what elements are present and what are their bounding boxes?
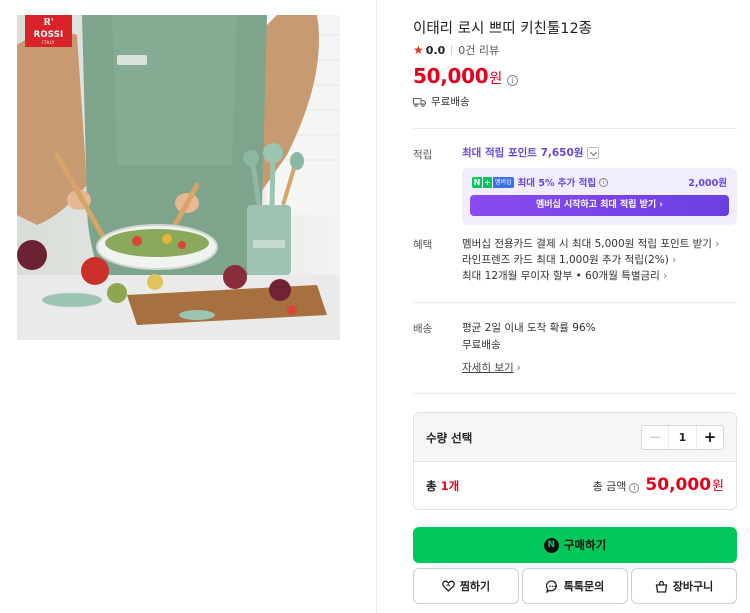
quantity-value[interactable]: 1	[669, 426, 696, 449]
total-count-value: 1개	[440, 479, 460, 493]
benefit-item[interactable]: 멤버십 전용카드 결제 시 최대 5,000원 적립 포인트 받기	[462, 236, 720, 252]
review-count[interactable]: 0건 리뷰	[458, 42, 499, 58]
buy-button-label: 구매하기	[563, 538, 607, 552]
total-amount-label: 총 금액	[592, 480, 627, 493]
price-unit: 원	[489, 71, 503, 87]
benefit-item[interactable]: 라인프렌즈 카드 최대 1,000원 추가 적립(2%)	[462, 252, 720, 268]
heart-icon	[441, 580, 455, 592]
max-points[interactable]: 최대 적립 포인트 7,650원	[462, 145, 600, 160]
brand-logo: R' ROSSI ITALY	[25, 15, 72, 47]
wish-button-label: 찜하기	[459, 580, 491, 593]
rating-score: 0.0	[425, 43, 446, 57]
benefits-label: 혜택	[413, 239, 433, 251]
delivery-label: 배송	[413, 323, 433, 335]
delivery-line: 평균 2일 이내 도착 확률 96%	[462, 322, 596, 334]
membership-box: N + 멤버십 최대 5% 추가 적립 i 2,000원 멤버십 시작하고 최대…	[462, 168, 737, 225]
chevron-down-icon[interactable]	[587, 146, 600, 159]
product-title: 이태리 로시 쁘띠 키친툴12종	[413, 21, 593, 37]
membership-points: 2,000원	[688, 178, 727, 189]
total-amount-unit: 원	[712, 479, 724, 494]
wish-button[interactable]: 찜하기	[413, 568, 519, 604]
max-points-text: 최대 적립 포인트 7,650원	[462, 147, 584, 159]
talk-inquiry-label: 톡톡문의	[563, 580, 605, 593]
product-photo	[17, 15, 340, 340]
rating-row[interactable]: ★ 0.0 0건 리뷰	[413, 42, 499, 58]
cart-button-label: 장바구니	[672, 580, 714, 593]
quantity-label: 수량 선택	[426, 431, 473, 445]
shopping-bag-icon	[655, 580, 667, 593]
column-divider	[376, 0, 377, 613]
price-info-icon[interactable]: i	[507, 75, 519, 86]
quantity-header: 수량 선택 − 1 +	[414, 413, 736, 462]
delivery-info: 평균 2일 이내 도착 확률 96% 무료배송	[462, 320, 596, 354]
total-info-icon[interactable]: i	[629, 483, 640, 493]
quantity-minus-button[interactable]: −	[642, 426, 669, 449]
truck-icon	[413, 97, 426, 107]
section-divider	[413, 128, 737, 129]
points-label: 적립	[413, 149, 433, 161]
section-divider	[413, 393, 737, 394]
brand-logo-sub: ITALY	[42, 40, 55, 45]
shipping-summary-text: 무료배송	[431, 96, 470, 108]
naver-n-icon: N	[472, 176, 482, 188]
total-amount-value: 50,000	[645, 475, 712, 495]
membership-info: N + 멤버십 최대 5% 추가 적립 i 2,000원	[472, 175, 727, 189]
product-price: 50,000	[413, 64, 489, 88]
star-icon: ★	[413, 43, 424, 57]
chat-bubble-icon	[545, 579, 557, 593]
benefit-item[interactable]: 최대 12개월 무이자 할부 • 60개월 특별금리	[462, 268, 720, 284]
rating-separator	[451, 45, 453, 55]
product-image[interactable]: R' ROSSI ITALY	[17, 15, 340, 340]
buy-button[interactable]: N 구매하기	[413, 527, 737, 563]
price-row: 50,000 원 i	[413, 64, 519, 88]
quantity-stepper[interactable]: − 1 +	[641, 425, 724, 450]
quantity-box: 수량 선택 − 1 + 총 1개 총 금액 i 50,000 원	[413, 412, 737, 510]
brand-logo-name: ROSSI	[33, 30, 64, 40]
shipping-summary: 무료배송	[413, 94, 470, 109]
benefit-list: 멤버십 전용카드 결제 시 최대 5,000원 적립 포인트 받기 라인프렌즈 …	[462, 236, 720, 284]
total-count-prefix: 총	[426, 479, 437, 493]
section-divider	[413, 302, 737, 303]
quantity-total: 총 1개 총 금액 i 50,000 원	[414, 462, 736, 509]
membership-info-icon[interactable]: i	[599, 177, 609, 187]
plus-icon: +	[483, 176, 492, 188]
naver-plus-badge: N + 멤버십	[472, 176, 514, 188]
membership-tag: 멤버십	[493, 176, 514, 188]
membership-extra-text: 최대 5% 추가 적립	[517, 178, 597, 189]
talk-inquiry-button[interactable]: 톡톡문의	[522, 568, 628, 604]
total-amount: 총 금액 i 50,000 원	[593, 475, 724, 495]
delivery-detail-link[interactable]: 자세히 보기	[462, 360, 521, 375]
quantity-plus-button[interactable]: +	[696, 426, 723, 449]
membership-start-button[interactable]: 멤버십 시작하고 최대 적립 받기 ›	[470, 195, 729, 216]
delivery-line: 무료배송	[462, 339, 501, 351]
cart-button[interactable]: 장바구니	[631, 568, 737, 604]
naver-pay-icon: N	[543, 537, 559, 553]
brand-logo-mark: R'	[43, 18, 54, 28]
total-count: 총 1개	[426, 478, 459, 494]
